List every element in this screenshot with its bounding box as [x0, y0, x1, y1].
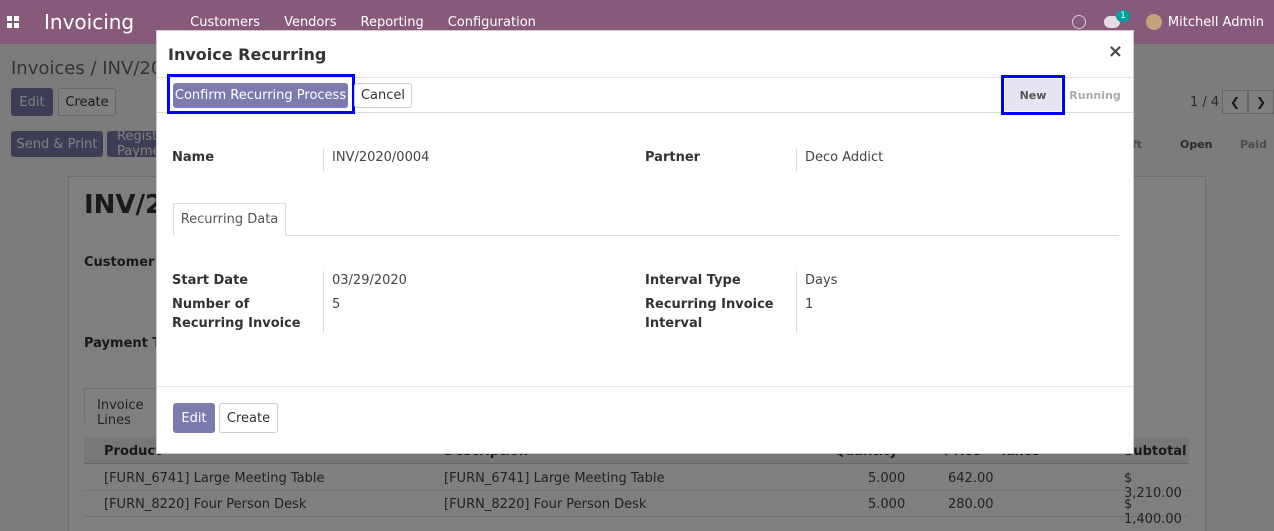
partner-label: Partner	[645, 150, 701, 165]
user-avatar[interactable]	[1145, 14, 1162, 30]
num-recurring-label: Number of Recurring Invoice	[172, 297, 301, 331]
invoice-recurring-dialog: Invoice Recurring × Confirm Recurring Pr…	[156, 30, 1134, 454]
modal-create-button[interactable]: Create	[219, 403, 278, 433]
modal-title: Invoice Recurring	[168, 45, 327, 64]
modal-edit-button[interactable]: Edit	[173, 403, 215, 433]
apps-menu-icon[interactable]	[2, 0, 24, 44]
num-recurring-value: 5	[323, 295, 473, 333]
confirm-recurring-button[interactable]: Confirm Recurring Process	[173, 83, 348, 108]
name-value: INV/2020/0004	[323, 148, 473, 172]
modal-footer	[157, 386, 1133, 453]
cancel-button[interactable]: Cancel	[354, 83, 412, 108]
recurring-interval-label: Recurring Invoice Interval	[645, 297, 774, 331]
tab-recurring-data[interactable]: Recurring Data	[173, 203, 286, 236]
modal-header: Invoice Recurring ×	[157, 31, 1133, 78]
chat-badge: 1	[1116, 10, 1130, 22]
app-brand[interactable]: Invoicing	[44, 10, 134, 34]
menu-vendors[interactable]: Vendors	[284, 15, 336, 30]
interval-type-value: Days	[796, 271, 946, 295]
main-menu: Customers Vendors Reporting Configuratio…	[190, 15, 560, 30]
menu-customers[interactable]: Customers	[190, 15, 260, 30]
chat-icon[interactable]: 1	[1103, 10, 1130, 28]
name-label: Name	[172, 150, 215, 165]
tabs-line	[173, 235, 1119, 236]
start-date-label: Start Date	[172, 273, 249, 288]
close-icon[interactable]: ×	[1108, 41, 1123, 62]
status-new[interactable]: New	[1005, 79, 1061, 111]
interval-type-label: Interval Type	[645, 273, 741, 288]
menu-reporting[interactable]: Reporting	[361, 15, 424, 30]
start-date-value: 03/29/2020	[323, 271, 473, 295]
activity-clock-icon[interactable]	[1071, 15, 1086, 29]
menu-configuration[interactable]: Configuration	[448, 15, 536, 30]
user-menu[interactable]: Mitchell Admin	[1168, 15, 1264, 30]
recurring-interval-value: 1	[796, 295, 946, 333]
partner-value: Deco Addict	[796, 148, 996, 172]
status-running[interactable]: Running	[1065, 79, 1125, 111]
